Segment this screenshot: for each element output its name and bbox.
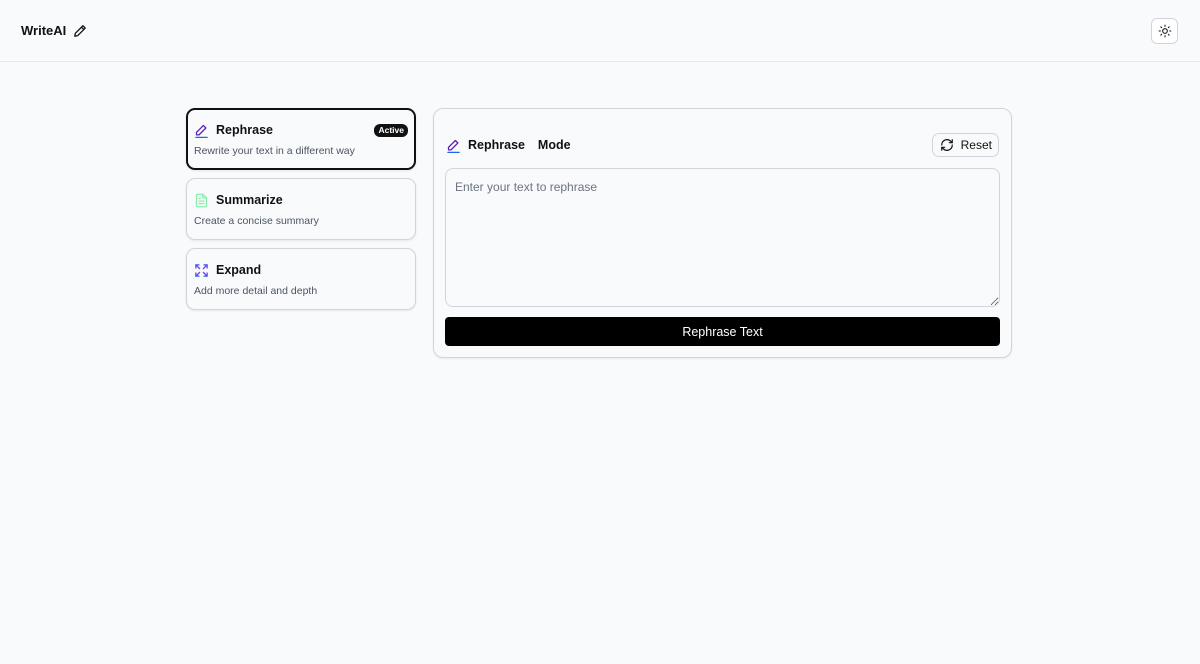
mode-title: Summarize	[216, 193, 283, 207]
mode-title: Rephrase	[216, 123, 273, 137]
sun-icon	[1158, 24, 1172, 38]
panel-title-text: Rephrase Mode	[468, 138, 571, 152]
brand[interactable]: WriteAI	[21, 23, 87, 38]
mode-title: Expand	[216, 263, 262, 277]
mode-description: Rewrite your text in a different way	[194, 145, 355, 157]
theme-toggle-button[interactable]	[1151, 17, 1178, 44]
editor-panel: Rephrase Mode Reset Rephrase Text	[433, 108, 1012, 358]
pencil-icon	[194, 123, 209, 138]
mode-list: Rephrase Rewrite your text in a differen…	[186, 108, 416, 318]
app-header: WriteAI	[0, 0, 1200, 62]
reset-label: Reset	[960, 138, 992, 152]
panel-title: Rephrase Mode	[446, 138, 571, 153]
mode-card-rephrase[interactable]: Rephrase Rewrite your text in a differen…	[186, 108, 416, 170]
text-input[interactable]	[445, 168, 1000, 307]
document-icon	[194, 193, 209, 208]
expand-icon	[194, 263, 209, 278]
mode-card-expand[interactable]: Expand Add more detail and depth	[186, 248, 416, 310]
mode-description: Add more detail and depth	[194, 285, 318, 297]
brand-name: WriteAI	[21, 23, 67, 38]
mode-description: Create a concise summary	[194, 215, 319, 227]
reset-button[interactable]: Reset	[931, 133, 999, 157]
mode-card-summarize[interactable]: Summarize Create a concise summary	[186, 178, 416, 240]
rephrase-text-button[interactable]: Rephrase Text	[445, 317, 1000, 346]
pencil-icon	[73, 24, 87, 38]
pencil-icon	[446, 138, 461, 153]
refresh-icon	[940, 138, 954, 152]
active-badge: Active	[374, 124, 408, 137]
